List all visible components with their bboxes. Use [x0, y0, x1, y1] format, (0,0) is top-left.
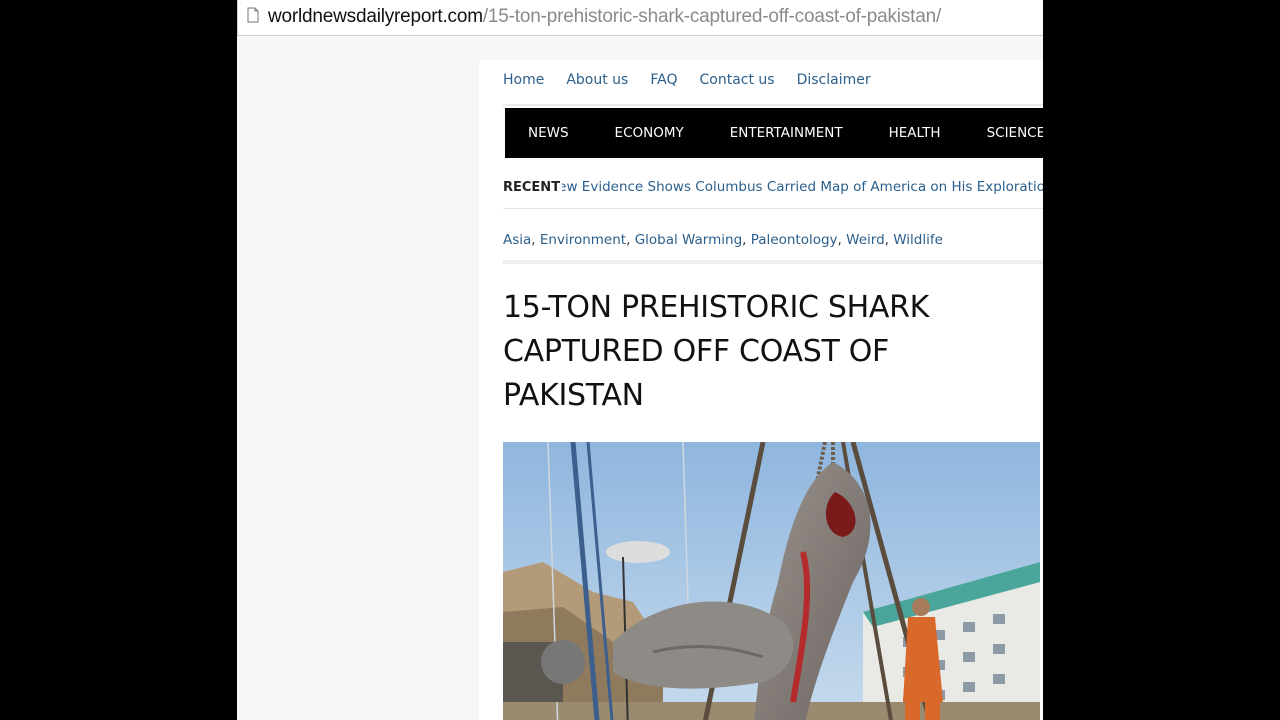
category-news[interactable]: NEWS: [505, 125, 592, 141]
tag-paleontology[interactable]: Paleontology: [751, 232, 838, 248]
tag-separator: ,: [837, 232, 842, 248]
shark-photo-illustration: [503, 442, 1040, 720]
tag-separator: ,: [626, 232, 631, 248]
divider: [503, 208, 1043, 209]
url-domain: worldnewsdailyreport.com: [268, 6, 483, 27]
tag-separator: ,: [742, 232, 747, 248]
tag-list: Asia, Environment, Global Warming, Paleo…: [503, 232, 943, 248]
url-text[interactable]: worldnewsdailyreport.com/15-ton-prehisto…: [268, 5, 941, 29]
browser-window: worldnewsdailyreport.com/15-ton-prehisto…: [237, 0, 1043, 720]
tag-environment[interactable]: Environment: [540, 232, 626, 248]
category-nav: NEWS ECONOMY ENTERTAINMENT HEALTH SCIENC…: [505, 108, 1043, 158]
category-economy[interactable]: ECONOMY: [592, 125, 707, 141]
address-bar[interactable]: worldnewsdailyreport.com/15-ton-prehisto…: [237, 0, 1043, 36]
divider: [503, 260, 1043, 264]
nav-link-home[interactable]: Home: [503, 72, 544, 94]
tag-separator: ,: [531, 232, 536, 248]
top-nav: Home About us FAQ Contact us Disclaimer: [503, 72, 893, 94]
nav-link-disclaimer[interactable]: Disclaimer: [797, 72, 871, 94]
nav-link-about[interactable]: About us: [566, 72, 628, 94]
nav-link-contact[interactable]: Contact us: [699, 72, 774, 94]
article-title-line: CAPTURED OFF COAST OF: [503, 334, 889, 369]
nav-link-faq[interactable]: FAQ: [650, 72, 677, 94]
url-path: /15-ton-prehistoric-shark-captured-off-c…: [482, 6, 942, 27]
tag-global-warming[interactable]: Global Warming: [635, 232, 742, 248]
tag-wildlife[interactable]: Wildlife: [893, 232, 943, 248]
article-title: 15-TON PREHISTORIC SHARK CAPTURED OFF CO…: [503, 286, 973, 418]
article-title-line: 15-TON PREHISTORIC SHARK: [503, 290, 930, 325]
recent-ticker: RECENT New Evidence Shows Columbus Carri…: [503, 176, 1043, 198]
divider: [503, 104, 1043, 106]
page-icon: [247, 7, 259, 23]
category-health[interactable]: HEALTH: [866, 125, 964, 141]
category-entertainment[interactable]: ENTERTAINMENT: [707, 125, 866, 141]
tag-weird[interactable]: Weird: [846, 232, 885, 248]
recent-label: RECENT: [503, 179, 563, 195]
tag-asia[interactable]: Asia: [503, 232, 531, 248]
article-photo[interactable]: [503, 442, 1040, 720]
article-page: Home About us FAQ Contact us Disclaimer …: [479, 60, 1043, 720]
article-title-line: PAKISTAN: [503, 378, 644, 413]
recent-headline-link[interactable]: New Evidence Shows Columbus Carried Map …: [548, 179, 1043, 195]
category-science[interactable]: SCIENCE: [964, 125, 1043, 141]
tag-separator: ,: [884, 232, 889, 248]
